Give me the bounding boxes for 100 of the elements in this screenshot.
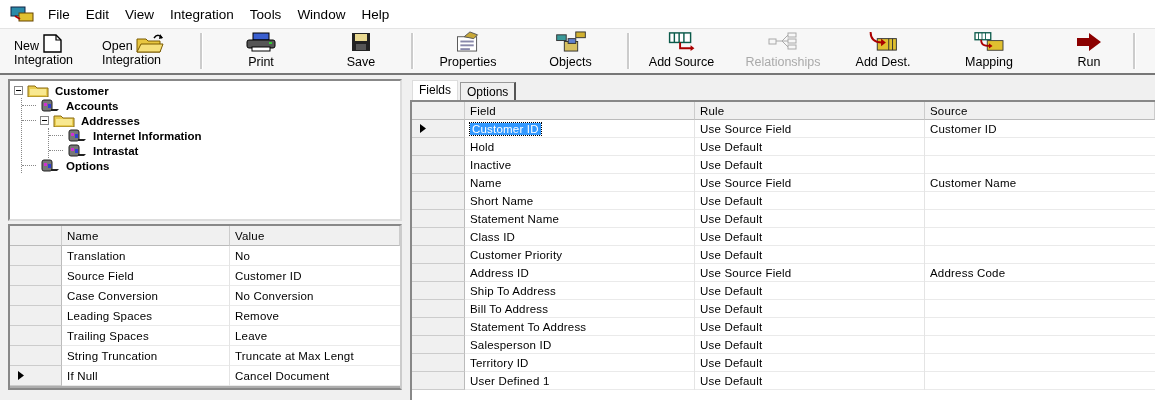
toolbar-button[interactable]: Add Dest.	[837, 31, 929, 71]
toolbar-button[interactable]: Mapping	[929, 31, 1049, 71]
table-cell: Remove	[235, 310, 280, 322]
arrow-table-icon	[867, 31, 899, 52]
column-header[interactable]: Value	[230, 226, 400, 246]
folder-icon	[53, 114, 75, 127]
properties-icon	[455, 31, 481, 52]
table-cell: Use Source Field	[700, 123, 792, 135]
row-pointer-icon	[420, 124, 426, 133]
toolbar-button[interactable]: Objects	[518, 31, 623, 71]
folder-icon	[27, 84, 49, 97]
table-cell: User Defined 1	[470, 375, 550, 387]
column-header[interactable]: Source	[925, 102, 1155, 120]
table-cell: Name	[470, 177, 502, 189]
row-header[interactable]	[10, 366, 62, 386]
table-cell: Case Conversion	[67, 290, 159, 302]
table-arrow-icon	[666, 31, 697, 52]
table-cell: Customer ID	[235, 270, 302, 282]
table-cell: Trailing Spaces	[67, 330, 149, 342]
grid-corner	[10, 226, 62, 246]
table-cell: Use Default	[700, 231, 763, 243]
table-cell: Use Default	[700, 213, 763, 225]
table-cell: Bill To Address	[470, 303, 549, 315]
table-cell: If Null	[67, 370, 98, 382]
column-header[interactable]: Name	[62, 226, 230, 246]
table-cell: Salesperson ID	[470, 339, 552, 351]
table-cell: Use Default	[700, 339, 763, 351]
table-cell: Use Source Field	[700, 177, 792, 189]
table-cell: Statement Name	[470, 213, 560, 225]
table-cell: Use Default	[700, 159, 763, 171]
table-cell: Leading Spaces	[67, 310, 153, 322]
table-cell: Class ID	[470, 231, 516, 243]
table-cell: Customer Name	[930, 177, 1017, 189]
toolbar-button[interactable]: New Integration	[8, 31, 96, 71]
table-cell: Customer Priority	[470, 249, 563, 261]
database-icon	[67, 129, 87, 142]
printer-icon	[245, 32, 277, 52]
collapse-box-icon[interactable]	[40, 116, 49, 125]
toolbar-button[interactable]: Save	[315, 31, 407, 71]
tree-item[interactable]: Customer	[53, 84, 111, 97]
objects-icon	[553, 31, 588, 52]
table-cell: Use Default	[700, 249, 763, 261]
table-cell: Hold	[470, 141, 495, 153]
toolbar-button[interactable]: Print	[207, 31, 315, 71]
app-logo-icon	[10, 6, 34, 22]
database-icon	[40, 159, 60, 172]
tree-item[interactable]: Options	[64, 159, 112, 172]
arrow-right-icon	[1076, 32, 1102, 52]
menu-item[interactable]: File	[40, 6, 78, 22]
table-cell: Ship To Address	[470, 285, 556, 297]
document-icon	[42, 33, 64, 53]
relationships-icon	[768, 32, 798, 52]
tree-item[interactable]: Internet Information	[91, 129, 204, 142]
table-cell: Short Name	[470, 195, 534, 207]
toolbar-button[interactable]: Properties	[418, 31, 518, 71]
column-header[interactable]: Rule	[695, 102, 925, 120]
table-cell: Inactive	[470, 159, 512, 171]
table-cell: Statement To Address	[470, 321, 587, 333]
table-cell: Territory ID	[470, 357, 529, 369]
toolbar-button[interactable]: Add Source	[634, 31, 729, 71]
table-cell: Use Default	[700, 141, 763, 153]
menu-item[interactable]: Help	[353, 6, 398, 22]
mapping-icon	[971, 31, 1007, 52]
table-cell: String Truncation	[67, 350, 158, 362]
table-cell: Use Default	[700, 285, 763, 297]
table-cell: Use Default	[700, 321, 763, 333]
table-cell: Use Source Field	[700, 267, 792, 279]
tab[interactable]: Options	[460, 82, 517, 100]
menu-item[interactable]: Edit	[77, 6, 118, 22]
table-cell: Use Default	[700, 357, 763, 369]
table-cell: No	[235, 250, 251, 262]
tree-item[interactable]: Accounts	[64, 99, 121, 112]
table-cell: Customer ID	[930, 123, 997, 135]
table-cell: Use Default	[700, 303, 763, 315]
row-pointer-icon	[18, 371, 24, 380]
folder-icon	[135, 33, 164, 53]
collapse-box-icon[interactable]	[14, 86, 23, 95]
menu-item[interactable]: View	[117, 6, 163, 22]
table-cell: Source Field	[67, 270, 134, 282]
grid-corner	[412, 102, 465, 120]
table-cell: Address Code	[930, 267, 1006, 279]
tab[interactable]: Fields	[412, 80, 458, 100]
table-cell: Address ID	[470, 267, 529, 279]
table-cell: Leave	[235, 330, 268, 342]
tree-item[interactable]: Addresses	[79, 114, 142, 127]
table-cell: Cancel Document	[235, 370, 330, 382]
database-icon	[67, 144, 87, 157]
menu-item[interactable]: Integration	[162, 6, 242, 22]
table-cell: No Conversion	[235, 290, 314, 302]
table-cell: Use Default	[700, 195, 763, 207]
toolbar-button[interactable]: Run	[1049, 31, 1129, 71]
menu-item[interactable]: Window	[289, 6, 354, 22]
table-cell: Translation	[67, 250, 126, 262]
database-icon	[40, 99, 60, 112]
menu-item[interactable]: Tools	[241, 6, 290, 22]
toolbar-button[interactable]: Open Integration	[96, 31, 196, 71]
tree-item[interactable]: Intrastat	[91, 144, 141, 157]
table-cell: Customer ID	[470, 123, 541, 135]
row-header[interactable]	[412, 120, 465, 138]
column-header[interactable]: Field	[465, 102, 695, 120]
